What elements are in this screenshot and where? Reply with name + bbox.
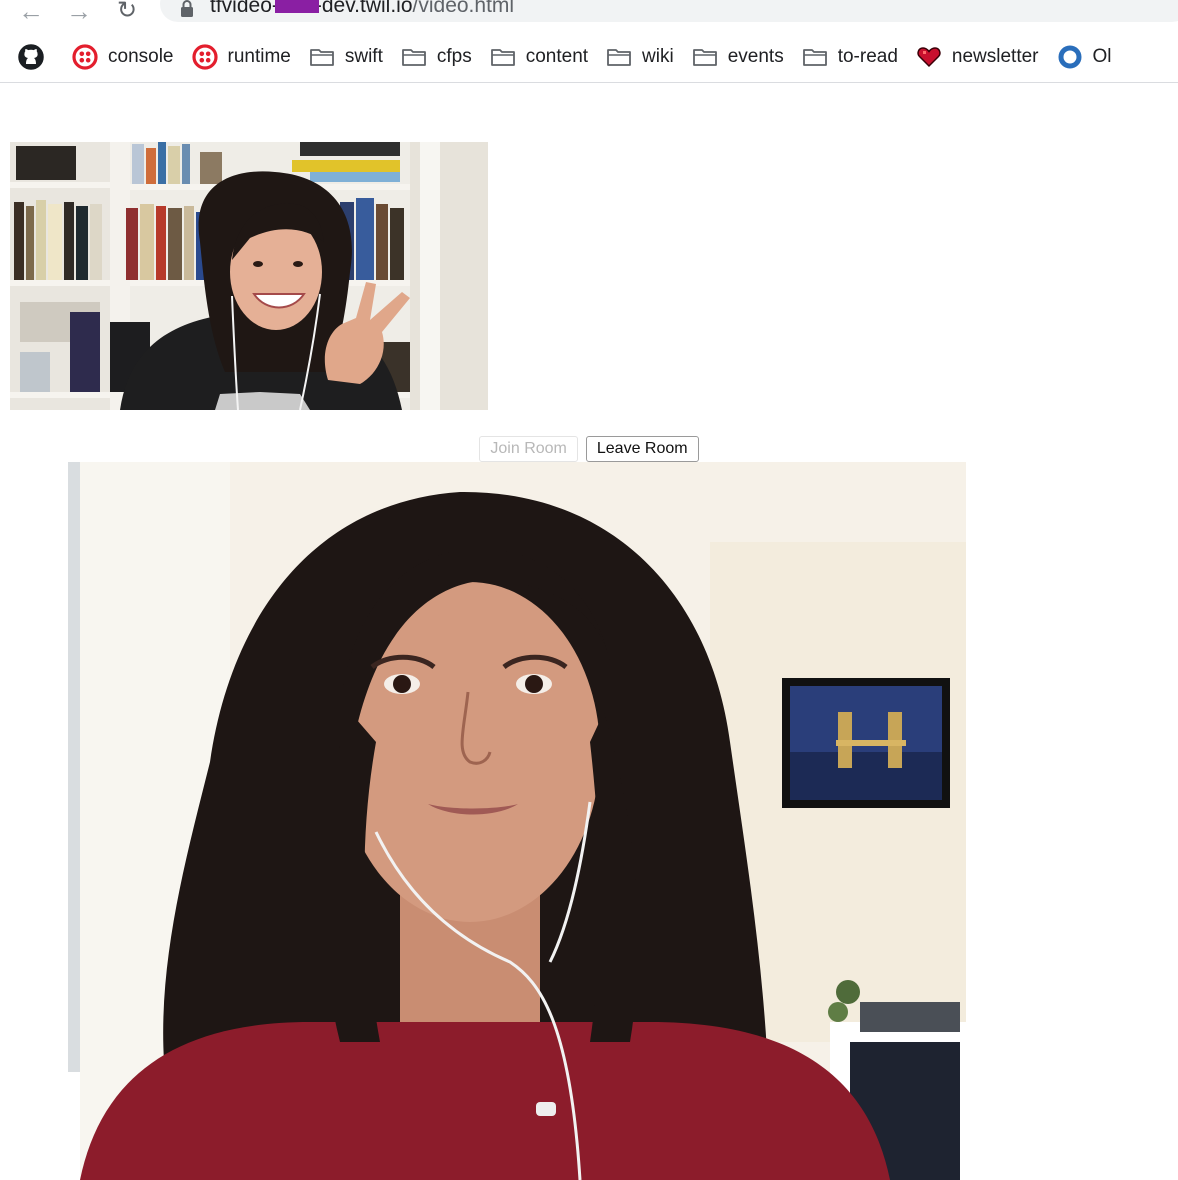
bookmark-label: swift <box>344 46 383 67</box>
heart-icon <box>917 47 941 68</box>
remote-video-frame <box>10 142 488 410</box>
folder-icon <box>607 49 631 66</box>
bookmark-wiki[interactable]: wiki <box>606 37 674 77</box>
leave-room-button[interactable]: Leave Room <box>585 436 699 462</box>
back-icon[interactable]: ← <box>16 0 46 26</box>
github-icon <box>18 44 44 70</box>
circle-icon <box>1058 45 1082 69</box>
room-controls: Join Room Leave Room <box>0 436 1178 462</box>
bookmark-events[interactable]: events <box>692 37 784 77</box>
bookmark-content[interactable]: content <box>490 37 588 77</box>
bookmark-label: events <box>727 46 784 67</box>
twilio-icon <box>191 44 218 70</box>
bookmarks-bar: console runtime swift cfps content wiki … <box>0 32 1178 83</box>
url-text[interactable]: tfvideo- -dev.twil.io/video.html <box>210 0 514 18</box>
bookmark-swift[interactable]: swift <box>309 37 383 77</box>
bookmark-label: Ol <box>1092 46 1112 67</box>
bookmark-newsletter[interactable]: newsletter <box>916 37 1039 77</box>
folder-icon <box>490 49 515 66</box>
twilio-icon <box>72 44 98 70</box>
bookmark-cfps[interactable]: cfps <box>401 37 472 77</box>
bookmark-label: console <box>108 46 174 67</box>
bookmark-console[interactable]: console <box>72 37 174 77</box>
lock-icon <box>181 0 193 17</box>
url-path: /video.html <box>412 0 515 17</box>
url-host-suffix: -dev.twil.io <box>314 0 413 17</box>
folder-icon <box>692 49 717 66</box>
remote-participant-video <box>10 142 488 410</box>
bookmark-label: cfps <box>436 46 472 67</box>
bookmark-label: content <box>525 46 589 67</box>
bookmark-github[interactable] <box>18 37 54 77</box>
local-participant-video <box>10 462 966 1180</box>
url-host-prefix: tfvideo- <box>210 0 279 17</box>
bookmark-label: newsletter <box>951 46 1039 67</box>
folder-icon <box>802 49 827 66</box>
bookmark-runtime[interactable]: runtime <box>191 37 291 77</box>
forward-icon[interactable]: → <box>64 0 94 26</box>
bookmark-to-read[interactable]: to-read <box>802 37 898 77</box>
folder-icon <box>309 49 334 66</box>
bookmark-label: to-read <box>837 46 898 67</box>
local-video-frame <box>10 462 966 1180</box>
folder-icon <box>401 49 426 66</box>
join-room-button[interactable]: Join Room <box>479 436 578 462</box>
browser-toolbar: ← → ↻ tfvideo- -dev.twil.io/video.html <box>0 0 1178 32</box>
reload-icon[interactable]: ↻ <box>112 0 142 26</box>
bookmark-label: wiki <box>642 46 674 67</box>
redaction-mark <box>274 0 319 14</box>
bookmark-label: runtime <box>227 46 291 67</box>
bookmark-ol[interactable]: Ol <box>1057 37 1112 77</box>
